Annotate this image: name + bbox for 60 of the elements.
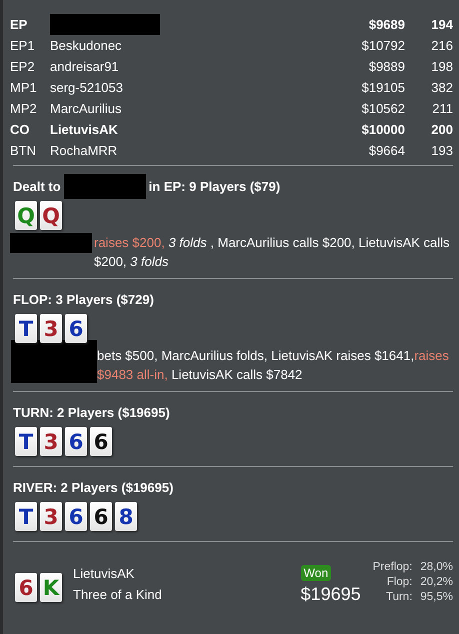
stack-amount: $9689 bbox=[368, 17, 405, 32]
equity-value: 20,2% bbox=[420, 575, 453, 590]
street-heading: RIVER: 2 Players ($19695) bbox=[13, 480, 174, 494]
street-heading: TURN: 2 Players ($19695) bbox=[13, 404, 170, 420]
playing-card: 3 bbox=[40, 427, 62, 456]
stack-amount: $9664 bbox=[368, 143, 405, 158]
player-name: MarcAurilius bbox=[50, 101, 123, 116]
action-text: raises $200, 3 folds , MarcAurilius calls $200, LietuvisAK calls $200, 3 folds bbox=[94, 235, 450, 269]
street-heading: FLOP: 3 Players ($729) bbox=[13, 292, 154, 306]
position-label: MP2 bbox=[10, 101, 38, 116]
street-heading: Dealt to bbox=[13, 178, 61, 194]
big-blinds: 198 bbox=[430, 59, 453, 74]
big-blinds: 200 bbox=[430, 122, 453, 137]
playing-card: 6 bbox=[65, 502, 87, 531]
playing-card: 6 bbox=[90, 502, 112, 531]
equity-value: 28,0% bbox=[420, 560, 453, 575]
playing-card: Q bbox=[40, 201, 62, 230]
street-heading: in EP: 9 Players ($79) bbox=[148, 178, 280, 194]
position-label: BTN bbox=[10, 143, 37, 158]
big-blinds: 211 bbox=[431, 101, 453, 116]
hand-rank: Three of a Kind bbox=[73, 586, 163, 604]
equity-label: Preflop: bbox=[372, 560, 412, 575]
big-blinds: 382 bbox=[430, 80, 453, 95]
playing-card: 6 bbox=[65, 314, 87, 343]
playing-card: 3 bbox=[40, 314, 62, 343]
equity-value: 95,5% bbox=[420, 590, 453, 605]
pot-amount: $19695 bbox=[300, 584, 361, 605]
stack-amount: $10000 bbox=[360, 122, 405, 137]
stack-amount: $19105 bbox=[360, 80, 405, 95]
playing-card: T bbox=[15, 314, 37, 343]
big-blinds: 193 bbox=[430, 143, 453, 158]
big-blinds: 216 bbox=[430, 38, 453, 53]
position-label: EP1 bbox=[10, 38, 36, 53]
playing-card: T bbox=[15, 427, 37, 456]
playing-card: 6 bbox=[15, 573, 37, 602]
playing-card: 6 bbox=[65, 427, 87, 456]
position-label: EP2 bbox=[10, 59, 36, 74]
big-blinds: 194 bbox=[430, 17, 453, 32]
position-label: MP1 bbox=[10, 80, 38, 95]
stack-amount: $10792 bbox=[360, 38, 405, 53]
playing-card: 8 bbox=[115, 502, 137, 531]
action-text: bets $500, MarcAurilius folds, LietuvisAK raises $1641,raises $9483 all-in, LietuvisAK calls $7842 bbox=[97, 348, 449, 382]
playing-card: 6 bbox=[90, 427, 112, 456]
player-name: LietuvisAK bbox=[50, 122, 119, 137]
player-name: Beskudonec bbox=[50, 38, 123, 53]
equity-label: Turn: bbox=[384, 590, 412, 605]
playing-card: 3 bbox=[40, 502, 62, 531]
playing-card: T bbox=[15, 502, 37, 531]
playing-card: K bbox=[40, 573, 62, 602]
player-name: andreisar91 bbox=[50, 59, 120, 74]
won-badge: Won bbox=[300, 565, 332, 581]
winner-name: LietuvisAK bbox=[73, 565, 136, 583]
equity-label: Flop: bbox=[386, 575, 412, 590]
player-name: RochaMRR bbox=[50, 143, 118, 158]
stack-amount: $9889 bbox=[368, 59, 405, 74]
position-label: EP bbox=[10, 17, 28, 32]
position-label: CO bbox=[10, 122, 30, 137]
player-name: serg-521053 bbox=[50, 80, 124, 95]
stack-amount: $10562 bbox=[360, 101, 405, 116]
playing-card: Q bbox=[15, 201, 37, 230]
